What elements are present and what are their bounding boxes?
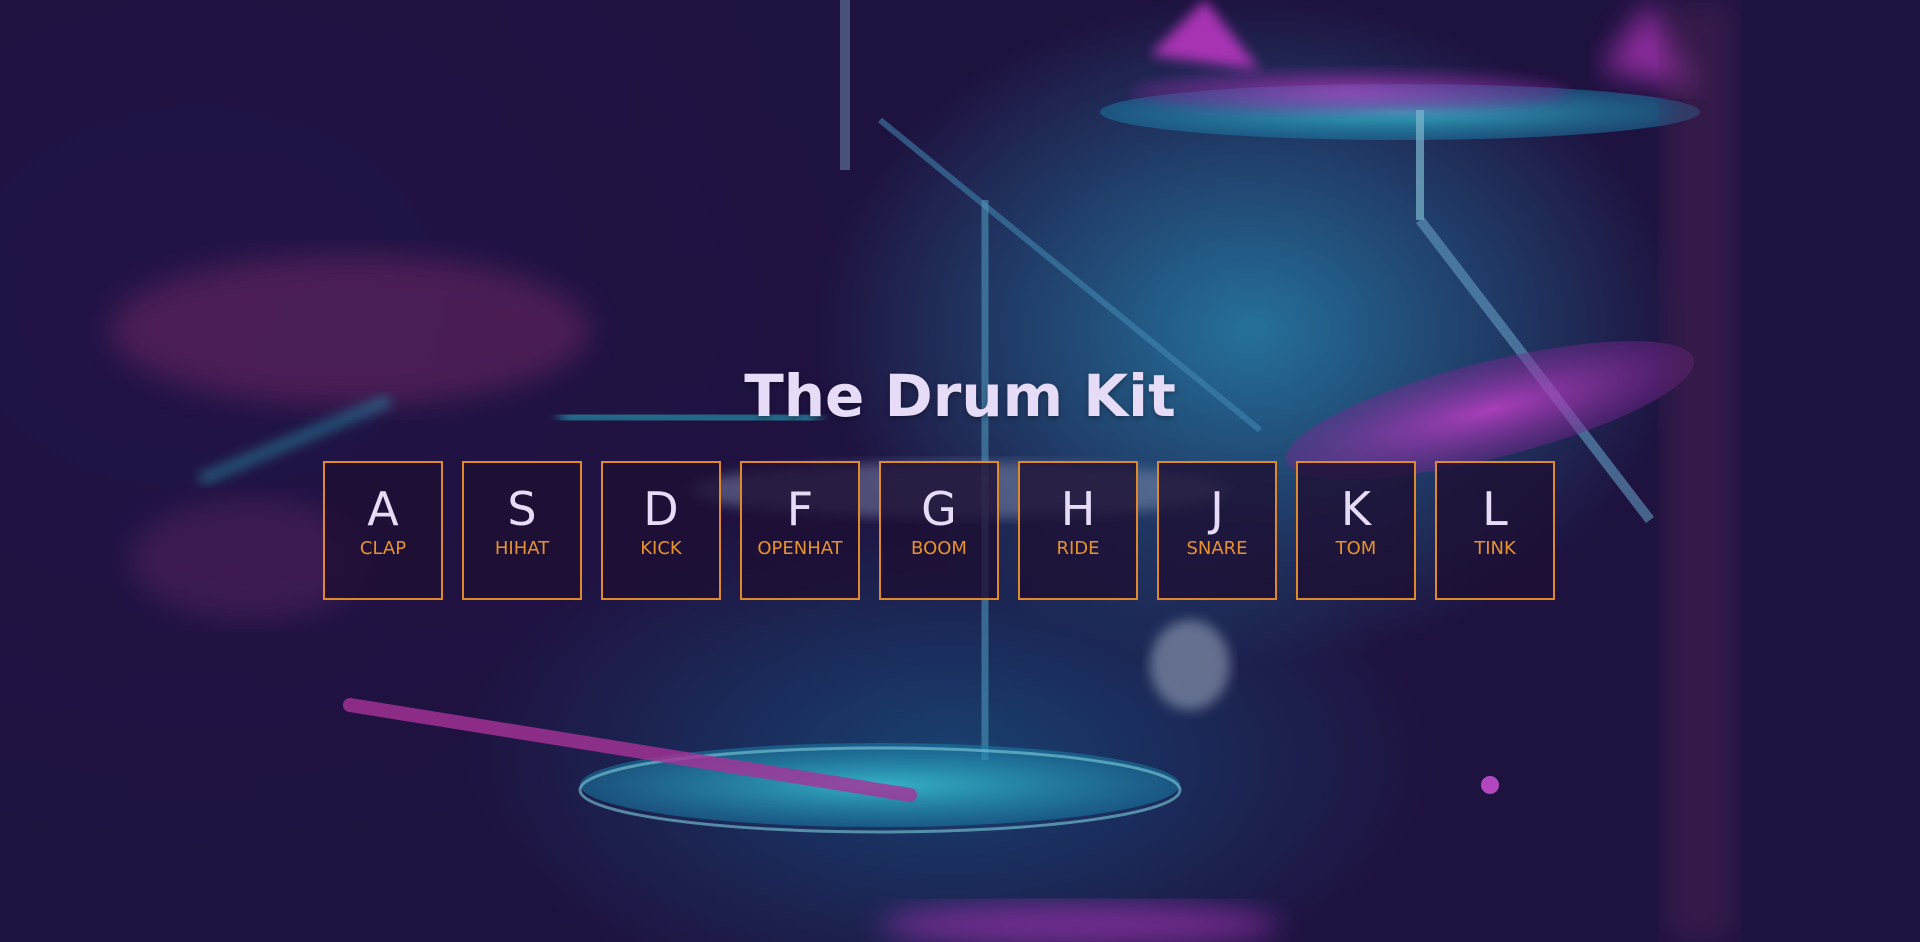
sound-label: CLAP — [359, 538, 407, 559]
sound-label: OPENHAT — [757, 538, 843, 559]
drum-key-k[interactable]: K TOM — [1296, 461, 1416, 600]
key-letter: L — [1482, 482, 1508, 536]
drum-keys: A CLAP S HIHAT D KICK F OPENHAT G BOOM H RIDE J SNARE… — [323, 461, 1555, 600]
drum-key-h[interactable]: H RIDE — [1018, 461, 1138, 600]
key-letter: F — [786, 482, 814, 536]
drum-key-f[interactable]: F OPENHAT — [740, 461, 860, 600]
page-title: The Drum Kit — [744, 362, 1176, 430]
sound-label: HIHAT — [494, 538, 550, 559]
key-letter: J — [1210, 482, 1224, 536]
sound-label: SNARE — [1186, 538, 1248, 559]
key-letter: H — [1060, 482, 1096, 536]
key-letter: A — [367, 482, 399, 536]
key-letter: D — [643, 482, 679, 536]
background-photo: The Drum Kit A CLAP S HIHAT D KICK F OPENHAT G BO… — [0, 0, 1920, 942]
sound-label: RIDE — [1056, 538, 1100, 559]
drum-key-j[interactable]: J SNARE — [1157, 461, 1277, 600]
key-letter: G — [921, 482, 957, 536]
drum-key-l[interactable]: L TINK — [1435, 461, 1555, 600]
drum-key-s[interactable]: S HIHAT — [462, 461, 582, 600]
sound-label: TINK — [1474, 538, 1516, 559]
drum-key-d[interactable]: D KICK — [601, 461, 721, 600]
key-letter: S — [507, 482, 537, 536]
sound-label: KICK — [640, 538, 682, 559]
drum-key-g[interactable]: G BOOM — [879, 461, 999, 600]
sound-label: BOOM — [911, 538, 967, 559]
key-letter: K — [1340, 482, 1372, 536]
sound-label: TOM — [1335, 538, 1377, 559]
drum-key-a[interactable]: A CLAP — [323, 461, 443, 600]
